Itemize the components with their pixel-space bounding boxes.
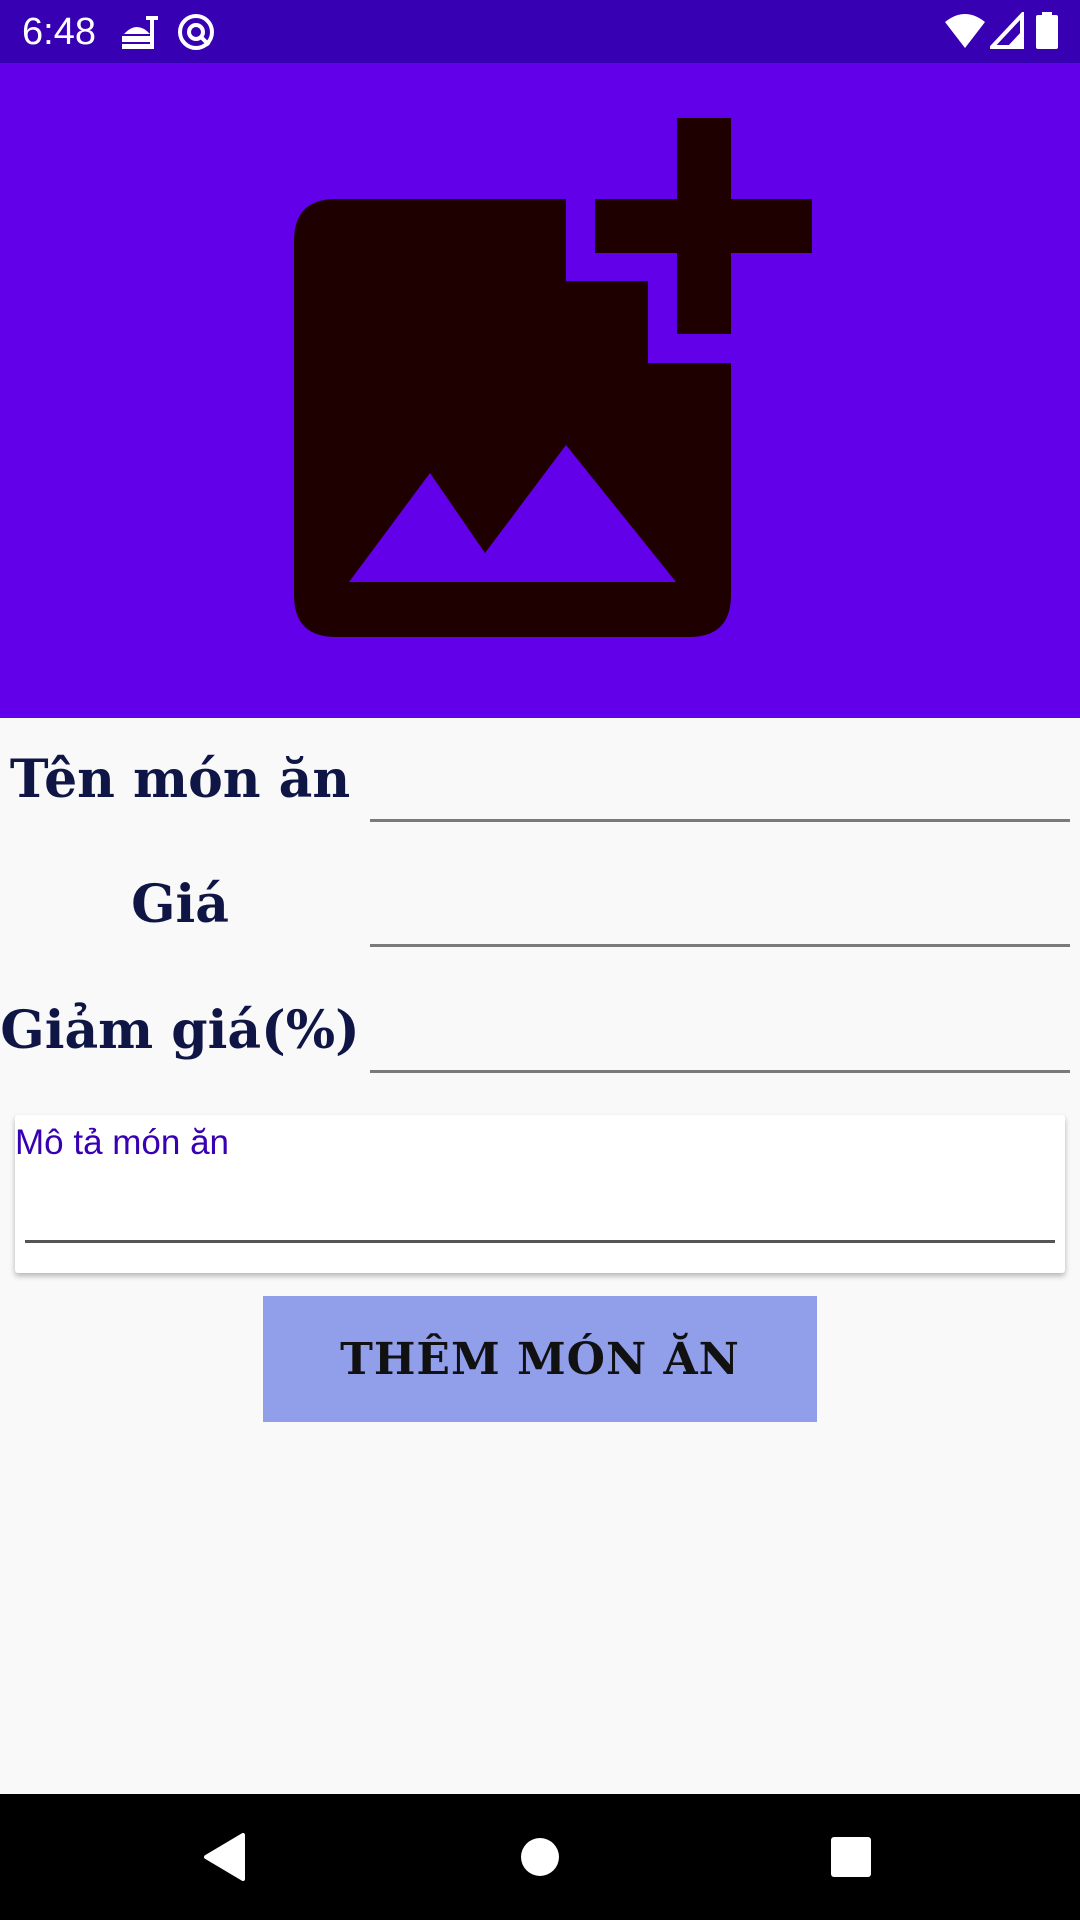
home-button[interactable] bbox=[480, 1794, 600, 1920]
add-dish-button[interactable]: THÊM MÓN ĂN bbox=[263, 1296, 817, 1422]
add-photo-icon bbox=[294, 118, 812, 637]
sync-circle-icon bbox=[176, 12, 216, 56]
food-notification-icon bbox=[120, 12, 160, 56]
price-input[interactable] bbox=[370, 867, 1070, 947]
recents-button[interactable] bbox=[791, 1794, 911, 1920]
back-button[interactable] bbox=[164, 1794, 284, 1920]
description-card: Mô tả món ăn bbox=[15, 1115, 1065, 1273]
status-time: 6:48 bbox=[22, 11, 96, 53]
name-label: Tên món ăn bbox=[9, 749, 351, 810]
wifi-icon bbox=[944, 12, 986, 54]
recents-icon bbox=[831, 1837, 871, 1877]
battery-icon bbox=[1036, 12, 1058, 54]
name-input[interactable] bbox=[370, 742, 1070, 822]
price-label: Giá bbox=[131, 874, 229, 935]
image-picker[interactable] bbox=[0, 63, 1080, 718]
status-bar: 6:48 bbox=[0, 0, 1080, 63]
description-label: Mô tả món ăn bbox=[15, 1123, 229, 1162]
discount-input[interactable] bbox=[370, 993, 1070, 1073]
signal-icon bbox=[987, 9, 1024, 54]
description-input[interactable] bbox=[25, 1175, 1055, 1243]
navigation-bar bbox=[0, 1794, 1080, 1920]
back-icon bbox=[204, 1833, 245, 1881]
home-icon bbox=[521, 1838, 559, 1876]
discount-label: Giảm giá(%) bbox=[0, 1000, 360, 1061]
